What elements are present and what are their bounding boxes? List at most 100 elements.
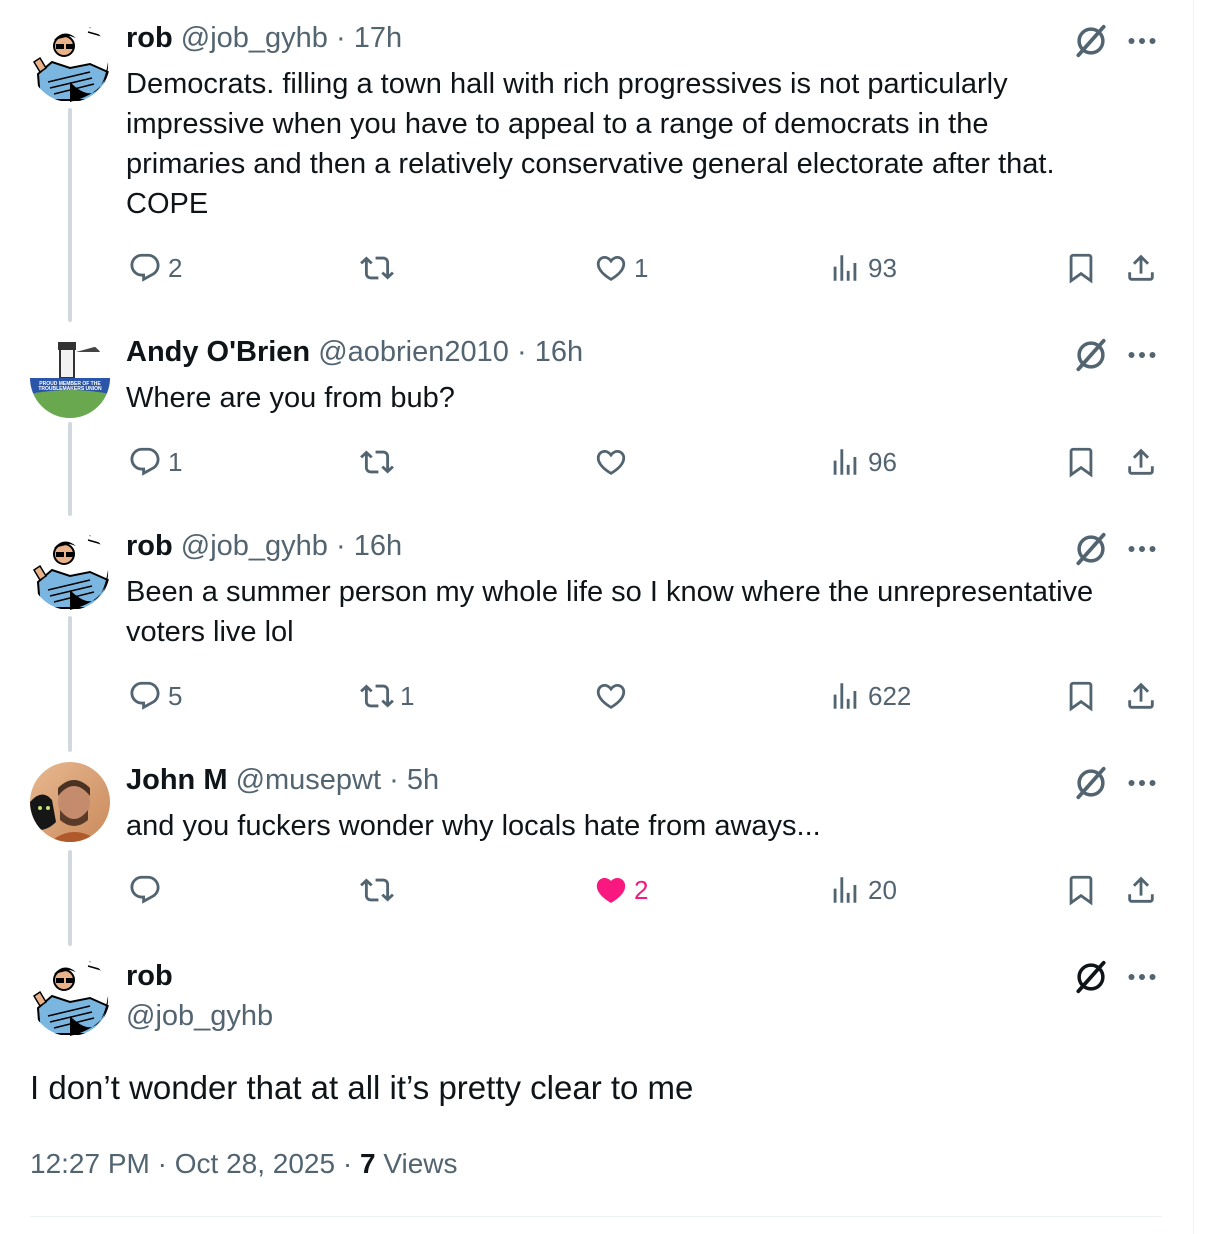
bookmark-button[interactable]	[1064, 870, 1098, 910]
tweet-text: Been a summer person my whole life so I …	[126, 572, 1166, 652]
reply-tweet[interactable]: rob @job_gyhb · 16h Been a summer person…	[0, 526, 1190, 736]
author-name[interactable]: John M	[126, 764, 228, 796]
reply-button[interactable]: 2	[128, 248, 182, 288]
like-count: 2	[634, 874, 649, 905]
views-count: 7	[359, 1148, 376, 1179]
grok-icon[interactable]	[1072, 336, 1110, 374]
repost-button[interactable]	[360, 870, 400, 910]
author-handle[interactable]: @job_gyhb	[181, 530, 328, 562]
separator-dot: ·	[516, 336, 527, 368]
heart-icon	[594, 679, 628, 713]
like-button[interactable]	[594, 442, 634, 482]
views-button[interactable]: 96	[828, 442, 897, 482]
views-button[interactable]: 93	[828, 248, 897, 288]
tweet-text-line: primaries and then a relatively conserva…	[126, 148, 1055, 180]
separator-dot: ·	[336, 530, 346, 562]
reply-tweet[interactable]: rob @job_gyhb · 17h Democrats. filling a…	[0, 18, 1190, 308]
tweet-meta: 12:27 PM · Oct 28, 2025 · 7 Views	[30, 1144, 458, 1184]
tweet-header: rob @job_gyhb · 16h	[126, 526, 402, 566]
views-count: 93	[868, 252, 897, 283]
reply-icon	[128, 679, 162, 713]
reply-button[interactable]: 1	[128, 442, 182, 482]
reply-count: 2	[168, 252, 183, 283]
post-time[interactable]: 12:27 PM	[30, 1148, 150, 1179]
separator-dot: ·	[336, 22, 346, 54]
reply-icon	[128, 873, 162, 907]
heart-icon	[594, 445, 628, 479]
grok-icon[interactable]	[1072, 958, 1110, 996]
avatar-cartoon-man-icon	[30, 956, 110, 1036]
like-button[interactable]: 1	[594, 248, 648, 288]
grok-icon[interactable]	[1072, 530, 1110, 568]
repost-icon	[360, 251, 394, 285]
more-options-icon[interactable]	[1124, 765, 1160, 801]
tweet-text-line: impressive when you have to appeal to a …	[126, 108, 989, 140]
more-options-icon[interactable]	[1124, 959, 1160, 995]
repost-button[interactable]	[360, 248, 400, 288]
tweet-header: John M @musepwt · 5h	[126, 760, 439, 800]
like-button[interactable]	[594, 676, 634, 716]
avatar[interactable]	[30, 22, 110, 102]
bookmark-button[interactable]	[1064, 248, 1098, 288]
share-button[interactable]	[1124, 676, 1158, 716]
reply-tweet[interactable]: PROUD MEMBER OF THE TROUBLEMAKERS UNION …	[0, 332, 1190, 502]
heart-filled-icon	[594, 873, 628, 907]
separator-dot: ·	[389, 764, 399, 796]
share-icon	[1124, 445, 1158, 479]
bookmark-button[interactable]	[1064, 676, 1098, 716]
author-handle[interactable]: @job_gyhb	[181, 22, 328, 54]
views-count: 96	[868, 446, 897, 477]
separator-dot: ·	[342, 1148, 353, 1179]
author-name[interactable]: Andy O'Brien	[126, 336, 310, 368]
like-button[interactable]: 2	[594, 870, 648, 910]
author-name[interactable]: rob	[126, 956, 173, 996]
views-button[interactable]: 622	[828, 676, 911, 716]
avatar-badge-text: PROUD MEMBER OF THE TROUBLEMAKERS UNION	[30, 382, 110, 392]
timestamp[interactable]: 17h	[354, 22, 402, 54]
author-name[interactable]: rob	[126, 530, 173, 562]
tweet-text: Democrats. filling a town hall with rich…	[126, 64, 1166, 224]
reply-icon	[128, 251, 162, 285]
more-options-icon[interactable]	[1124, 337, 1160, 373]
tweet-text: I don’t wonder that at all it’s pretty c…	[30, 1069, 694, 1106]
timestamp[interactable]: 16h	[535, 336, 583, 368]
timestamp[interactable]: 5h	[407, 764, 439, 796]
grok-icon[interactable]	[1072, 764, 1110, 802]
views-count: 622	[868, 680, 912, 711]
avatar[interactable]	[30, 956, 110, 1036]
tweet-text: Where are you from bub?	[126, 378, 1166, 418]
share-button[interactable]	[1124, 248, 1158, 288]
timestamp[interactable]: 16h	[354, 530, 402, 562]
bookmark-icon	[1064, 679, 1098, 713]
tweet-header: rob @job_gyhb · 17h	[126, 18, 402, 58]
author-handle[interactable]: @musepwt	[236, 764, 381, 796]
more-options-icon[interactable]	[1124, 531, 1160, 567]
reply-button[interactable]: 5	[128, 676, 182, 716]
author-handle[interactable]: @job_gyhb	[126, 996, 273, 1036]
reply-tweet[interactable]: John M @musepwt · 5h and you fuckers won…	[0, 760, 1190, 930]
repost-button[interactable]	[360, 442, 400, 482]
author-handle[interactable]: @aobrien2010	[318, 336, 509, 368]
timeline-right-border	[1193, 0, 1194, 1234]
tweet-text-line: Democrats. filling a town hall with rich…	[126, 68, 1008, 100]
repost-button[interactable]: 1	[360, 676, 414, 716]
grok-icon[interactable]	[1072, 22, 1110, 60]
views-label: Views	[383, 1148, 458, 1179]
divider	[30, 1216, 1162, 1217]
author-name[interactable]: rob	[126, 22, 173, 54]
reply-button[interactable]	[128, 870, 168, 910]
views-button[interactable]: 20	[828, 870, 897, 910]
bookmark-icon	[1064, 873, 1098, 907]
post-date[interactable]: Oct 28, 2025	[175, 1148, 335, 1179]
avatar[interactable]	[30, 530, 110, 610]
share-button[interactable]	[1124, 442, 1158, 482]
avatar[interactable]	[30, 762, 110, 842]
bookmark-button[interactable]	[1064, 442, 1098, 482]
repost-icon	[360, 679, 394, 713]
tweet-text-line: and you fuckers wonder why locals hate f…	[126, 810, 821, 842]
more-options-icon[interactable]	[1124, 23, 1160, 59]
share-button[interactable]	[1124, 870, 1158, 910]
avatar[interactable]: PROUD MEMBER OF THE TROUBLEMAKERS UNION	[30, 338, 110, 418]
avatar-text: TROUBLEMAKERS UNION	[38, 386, 102, 392]
tweet-text-line: voters live lol	[126, 616, 294, 648]
